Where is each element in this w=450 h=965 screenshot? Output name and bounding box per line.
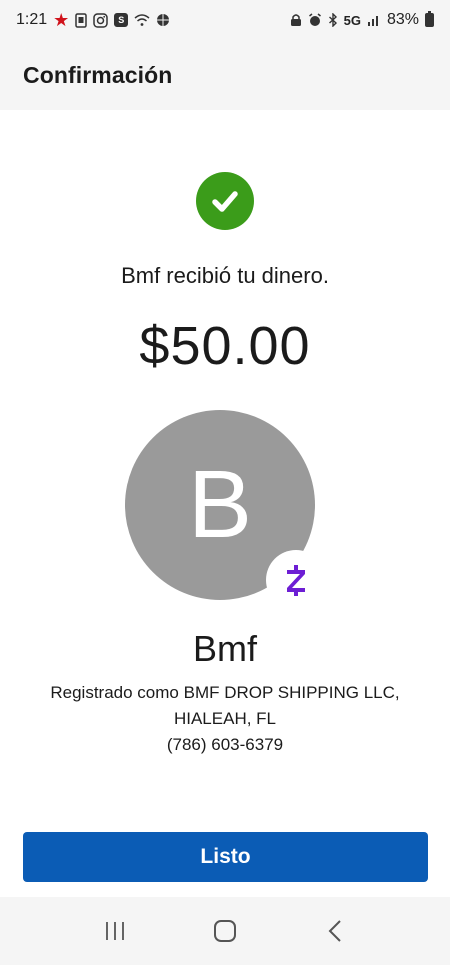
confirmation-message: Bmf recibió tu dinero.	[121, 263, 329, 288]
s-app-icon: S	[114, 13, 129, 27]
registered-line-2: HIALEAH, FL	[173, 709, 277, 728]
registered-line-1: Registrado como BMF DROP SHIPPING LLC,	[50, 683, 400, 702]
battery-icon	[425, 11, 434, 27]
payment-amount: $50.00	[139, 316, 311, 376]
instagram-icon	[93, 12, 109, 28]
signal-icon	[367, 14, 381, 26]
page-title: Confirmación	[23, 61, 173, 88]
recent-apps-icon	[106, 922, 124, 940]
status-left: 1:21 ★ S	[16, 10, 170, 31]
back-icon	[328, 920, 341, 942]
home-icon	[214, 920, 236, 942]
success-check-icon	[196, 172, 254, 230]
recipient-phone: (786) 603-6379	[166, 735, 284, 754]
zelle-logo-icon	[268, 552, 324, 608]
status-bar: 1:21 ★ S 5G 83%	[0, 0, 450, 40]
alarm-icon	[308, 13, 322, 27]
basketball-icon	[156, 13, 170, 27]
status-time: 1:21	[16, 11, 48, 28]
battery-percent: 83%	[386, 11, 419, 28]
app-header: Confirmación	[0, 40, 450, 110]
registration-info: Registrado como BMF DROP SHIPPING LLC, H…	[0, 680, 450, 758]
status-right: 5G 83%	[290, 11, 434, 29]
recent-apps-button[interactable]	[95, 911, 135, 951]
lock-icon	[290, 13, 302, 27]
sim-icon	[75, 12, 88, 28]
home-button[interactable]	[205, 911, 245, 951]
back-button[interactable]	[315, 911, 355, 951]
recipient-name: Bmf	[192, 628, 257, 669]
system-nav-bar	[0, 897, 450, 965]
bluetooth-icon	[328, 13, 338, 27]
done-button[interactable]: Listo	[23, 832, 428, 882]
network-type: 5G	[343, 12, 361, 28]
star-icon: ★	[53, 9, 70, 30]
avatar-initial: B	[187, 451, 253, 558]
confirmation-content: Bmf recibió tu dinero. $50.00 B Bmf Regi…	[0, 110, 450, 897]
wifi-call-icon	[134, 13, 150, 27]
